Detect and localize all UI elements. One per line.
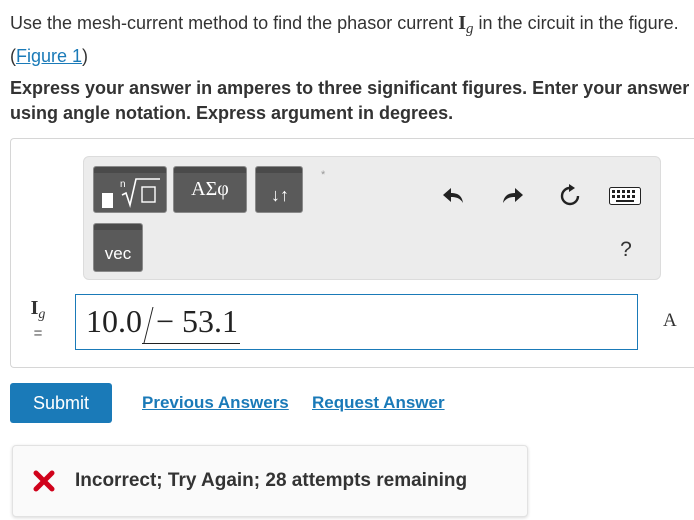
question-text-before: Use the mesh-current method to find the …: [10, 13, 459, 33]
undo-icon[interactable]: [440, 182, 468, 210]
reset-icon[interactable]: [556, 182, 584, 210]
up-down-arrows-icon: ↓↑: [271, 185, 289, 205]
svg-text:n: n: [120, 179, 126, 190]
request-answer-link[interactable]: Request Answer: [312, 393, 445, 413]
answer-label: Ig =: [25, 297, 51, 342]
answer-instructions: Express your answer in amperes to three …: [10, 78, 690, 123]
submit-button[interactable]: Submit: [10, 383, 112, 423]
vec-label: vec: [104, 244, 132, 263]
templates-button[interactable]: n: [93, 166, 167, 213]
keyboard-icon[interactable]: [608, 182, 642, 210]
placeholder-square-icon: [102, 193, 113, 208]
feedback-message: Incorrect; Try Again; 28 attempts remain…: [75, 470, 468, 491]
help-button[interactable]: ?: [612, 236, 640, 264]
arrows-button-cap: [256, 167, 302, 173]
star-marker: *: [321, 169, 326, 181]
unit-label: A: [663, 310, 677, 331]
question-text-close: ): [82, 46, 89, 66]
vector-button-cap: [94, 224, 142, 230]
current-symbol: I: [458, 12, 467, 34]
templates-button-cap: [94, 167, 166, 173]
current-subscript: g: [466, 21, 474, 37]
arrows-button[interactable]: ↓↑: [255, 166, 303, 213]
math-toolbar: n ΑΣφ ↓↑ * vec ?: [83, 156, 661, 280]
greek-symbols-label: ΑΣφ: [191, 178, 229, 200]
answer-input[interactable]: 10.0 − 53.1: [75, 294, 638, 350]
answer-angle: − 53.1: [156, 303, 239, 339]
feedback-box: Incorrect; Try Again; 28 attempts remain…: [12, 445, 528, 517]
nth-root-icon: n: [120, 178, 160, 208]
answer-panel: n ΑΣφ ↓↑ * vec ? Ig = 10.0 − 53.1 A: [10, 138, 694, 368]
question-text: Use the mesh-current method to find the …: [10, 10, 690, 70]
answer-value: 10.0 − 53.1: [86, 303, 241, 344]
greek-symbols-button[interactable]: ΑΣφ: [173, 166, 247, 213]
figure-link[interactable]: Figure 1: [16, 46, 82, 66]
answer-magnitude: 10.0: [86, 303, 142, 339]
answer-label-equals: =: [33, 325, 43, 342]
answer-label-subscript: g: [38, 307, 46, 322]
incorrect-x-icon: [33, 470, 55, 492]
greek-button-cap: [174, 167, 246, 173]
angle-notation: − 53.1: [142, 303, 241, 344]
previous-answers-link[interactable]: Previous Answers: [142, 393, 289, 413]
vector-button[interactable]: vec: [93, 223, 143, 272]
redo-icon[interactable]: [498, 182, 526, 210]
